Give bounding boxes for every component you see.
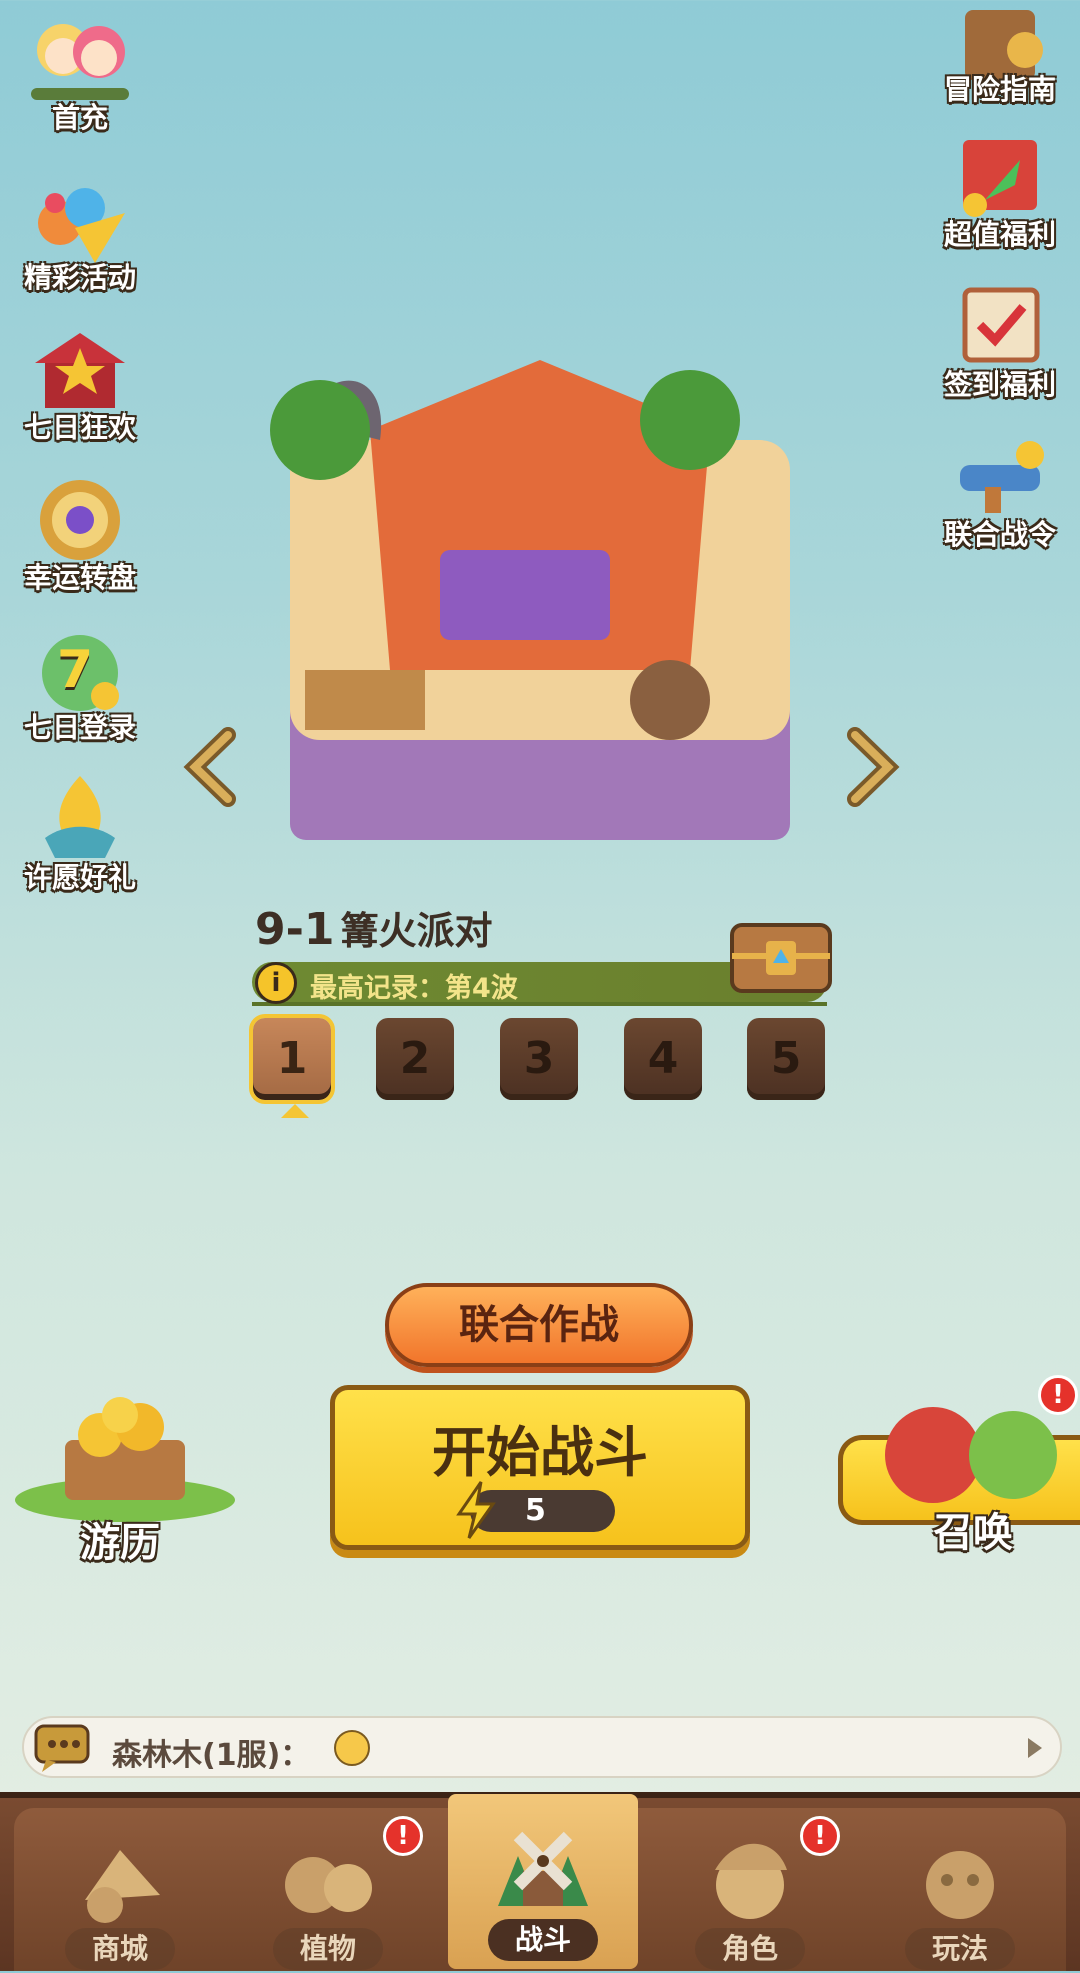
lucky-wheel-label: 幸运转盘 — [23, 561, 136, 594]
shop-coins-icon — [85, 1850, 160, 1923]
plants-alert-badge: ! — [383, 1816, 423, 1856]
previous-stage-arrow-icon[interactable] — [183, 727, 243, 807]
selected-wave-marker — [281, 1104, 309, 1118]
summon-button[interactable]: ! 召唤 — [838, 1375, 1080, 1556]
tab-characters-label: 角色 — [695, 1928, 805, 1970]
start-battle-button[interactable]: 开始战斗 5 — [330, 1385, 750, 1550]
bottom-nav: 商城 ! 植物 战斗 ! 角色 玩法 — [0, 1792, 1080, 1971]
seven-day-login-button[interactable]: 7 七日登录 — [5, 618, 155, 758]
tab-shop-label: 商城 — [65, 1928, 175, 1970]
tab-gameplay[interactable]: 玩法 — [865, 1808, 1055, 1973]
chat-message: 森林木(1服)： — [112, 1738, 311, 1773]
lucky-wheel-button[interactable]: 幸运转盘 — [5, 468, 155, 608]
lightning-icon — [456, 1481, 496, 1539]
windmill-icon — [498, 1831, 588, 1906]
wave-button-2[interactable]: 2 — [376, 1018, 454, 1100]
wish-gift-button[interactable]: 许愿好礼 — [5, 768, 155, 908]
smile-emoji-icon — [334, 1730, 370, 1766]
travel-button[interactable]: 游历 — [10, 1395, 240, 1566]
tab-plants[interactable]: ! 植物 — [233, 1808, 423, 1973]
coop-battle-button[interactable]: 联合作战 — [385, 1283, 693, 1367]
stage-name: 篝火派对 — [340, 909, 493, 953]
stage-island-image — [270, 360, 790, 840]
info-icon[interactable]: i — [255, 962, 297, 1004]
best-record-text: 最高记录：第4波 — [310, 973, 518, 1004]
value-benefits-button[interactable]: 超值福利 — [925, 125, 1075, 265]
wish-gift-label: 许愿好礼 — [23, 861, 136, 894]
checkin-benefits-label: 签到福利 — [943, 368, 1056, 401]
tab-gameplay-label: 玩法 — [905, 1928, 1015, 1970]
stage-number: 9-1 — [255, 904, 335, 955]
tab-battle-label: 战斗 — [488, 1919, 598, 1961]
seven-day-carnival-label: 七日狂欢 — [23, 411, 136, 444]
chat-expand-icon[interactable] — [1028, 1738, 1042, 1758]
tab-battle[interactable]: 战斗 — [448, 1794, 638, 1969]
wave-button-1[interactable]: 1 — [249, 1014, 335, 1104]
joint-pass-button[interactable]: 联合战令 — [925, 425, 1075, 565]
seven-day-login-label: 七日登录 — [23, 711, 136, 744]
value-benefits-label: 超值福利 — [943, 218, 1056, 251]
summon-alert-badge: ! — [1038, 1375, 1078, 1415]
tab-plants-label: 植物 — [273, 1928, 383, 1970]
adventure-guide-label: 冒险指南 — [943, 73, 1056, 106]
events-label: 精彩活动 — [23, 261, 136, 294]
seven-day-carnival-button[interactable]: 七日狂欢 — [5, 318, 155, 458]
wave-button-3[interactable]: 3 — [500, 1018, 578, 1100]
treasure-chest-icon[interactable] — [728, 915, 834, 995]
character-face-icon — [715, 1843, 787, 1919]
chat-bubble-icon — [34, 1724, 90, 1772]
gameplay-mask-icon — [926, 1851, 994, 1919]
next-stage-arrow-icon[interactable] — [840, 727, 900, 807]
adventure-guide-button[interactable]: 冒险指南 — [925, 0, 1075, 140]
chat-bar[interactable]: 森林木(1服)： — [22, 1716, 1062, 1778]
start-battle-label: 开始战斗 — [432, 1421, 648, 1484]
events-button[interactable]: 精彩活动 — [5, 168, 155, 308]
tab-shop[interactable]: 商城 — [25, 1808, 215, 1973]
login-day-number: 7 — [57, 640, 94, 700]
joint-pass-label: 联合战令 — [943, 518, 1056, 551]
stage-title: 9-1 篝火派对 — [255, 900, 493, 955]
treasure-pile-icon — [15, 1397, 235, 1522]
wave-button-4[interactable]: 4 — [624, 1018, 702, 1100]
characters-alert-badge: ! — [800, 1816, 840, 1856]
first-recharge-button[interactable]: 首充 — [5, 8, 155, 148]
energy-cost-value: 5 — [525, 1493, 546, 1528]
travel-label: 游历 — [80, 1520, 160, 1566]
summon-label: 召唤 — [933, 1510, 1013, 1556]
tab-characters[interactable]: ! 角色 — [655, 1808, 845, 1973]
wave-button-5[interactable]: 5 — [747, 1018, 825, 1100]
checkin-benefits-button[interactable]: 签到福利 — [925, 275, 1075, 415]
first-recharge-label: 首充 — [51, 101, 108, 134]
plants-icon — [285, 1857, 372, 1913]
